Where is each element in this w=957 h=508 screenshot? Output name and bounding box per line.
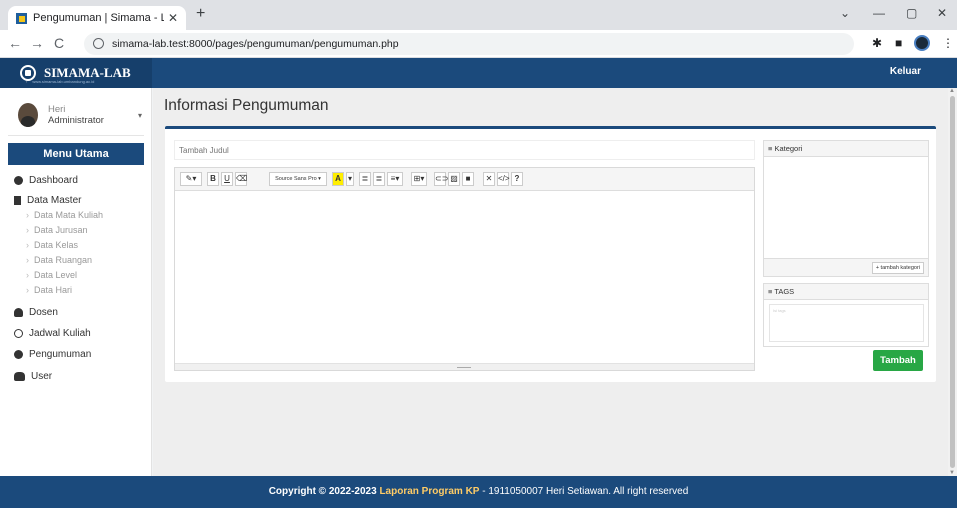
tab-title: Pengumuman | Simama - Lab bbox=[33, 12, 164, 24]
submenu-item-ruangan[interactable]: Data Ruangan bbox=[26, 255, 92, 265]
underline-button[interactable]: U bbox=[221, 172, 233, 186]
sidebar-item-label: Data Master bbox=[27, 195, 82, 206]
editor-content-area[interactable] bbox=[175, 191, 754, 363]
video-icon[interactable]: ■ bbox=[462, 172, 474, 186]
search-icon bbox=[14, 329, 23, 338]
favicon-icon bbox=[16, 12, 27, 24]
sidebar-item-pengumuman[interactable]: Pengumuman bbox=[14, 349, 91, 360]
link-icon[interactable]: ⊂⊃ bbox=[434, 172, 448, 186]
scroll-up-icon[interactable]: ▲ bbox=[949, 88, 955, 94]
url-text: simama-lab.test:8000/pages/pengumuman/pe… bbox=[112, 38, 399, 50]
menu-icon[interactable]: ⋮ bbox=[942, 36, 954, 50]
bold-button[interactable]: B bbox=[207, 172, 219, 186]
submenu-item-mata-kuliah[interactable]: Data Mata Kuliah bbox=[26, 210, 103, 220]
font-family-select[interactable]: Source Sans Pro ▾ bbox=[269, 172, 327, 186]
category-heading: ≡ Kategori bbox=[764, 141, 928, 157]
rich-text-editor: ✎▾ B U ⌫ Source Sans Pro ▾ A ▾ ≣ ≣ ≡▾ ⊞▾… bbox=[174, 167, 755, 371]
forward-icon[interactable]: → bbox=[30, 35, 44, 51]
style-brush-icon[interactable]: ✎▾ bbox=[180, 172, 202, 186]
restore-icon[interactable]: ▢ bbox=[906, 6, 917, 20]
close-tab-icon[interactable]: ✕ bbox=[168, 11, 178, 25]
sidebar-item-label: Dashboard bbox=[29, 175, 78, 186]
editor-toolbar: ✎▾ B U ⌫ Source Sans Pro ▾ A ▾ ≣ ≣ ≡▾ ⊞▾… bbox=[175, 168, 754, 191]
minimize-icon[interactable]: — bbox=[873, 6, 885, 20]
submenu-item-level[interactable]: Data Level bbox=[26, 270, 77, 280]
text-color-icon[interactable]: A bbox=[332, 172, 344, 186]
editor-resize-handle[interactable] bbox=[175, 363, 754, 370]
footer-project: Laporan Program KP bbox=[379, 486, 480, 497]
logout-link[interactable]: Keluar bbox=[890, 66, 921, 77]
submit-button[interactable]: Tambah bbox=[873, 350, 923, 371]
sidebar-item-label: Dosen bbox=[29, 307, 58, 318]
extensions-icon[interactable]: ✱ bbox=[872, 36, 882, 50]
table-icon[interactable]: ⊞▾ bbox=[411, 172, 427, 186]
site-info-icon[interactable] bbox=[93, 38, 104, 49]
eraser-icon[interactable]: ⌫ bbox=[235, 172, 247, 186]
user-role: Administrator bbox=[48, 115, 104, 126]
submenu-item-jurusan[interactable]: Data Jurusan bbox=[26, 225, 88, 235]
brand-name: SIMAMA-LAB bbox=[44, 65, 131, 80]
font-select-label: Source Sans Pro bbox=[275, 176, 317, 182]
avatar bbox=[18, 103, 38, 127]
sidebar-item-data-master[interactable]: Data Master bbox=[14, 195, 81, 206]
user-name: Heri bbox=[48, 104, 66, 115]
browser-tab-bar: Pengumuman | Simama - Lab ✕ + ⌄ — ▢ ✕ bbox=[0, 0, 957, 30]
scrollbar-thumb[interactable] bbox=[950, 96, 955, 468]
reload-icon[interactable]: C bbox=[54, 35, 64, 51]
sidebar-item-label: Pengumuman bbox=[29, 349, 92, 360]
brand-subtitle: www.simama-lab.umbandung.ac.id bbox=[26, 79, 94, 84]
page-footer: Copyright © 2022-2023 Laporan Program KP… bbox=[0, 476, 957, 508]
sidebar-item-label: User bbox=[31, 371, 53, 382]
back-icon[interactable]: ← bbox=[8, 35, 22, 51]
footer-author: - 1911050007 Heri Setiawan. All right re… bbox=[479, 486, 689, 497]
side-panel-icon[interactable]: ■ bbox=[895, 36, 902, 50]
info-icon bbox=[14, 350, 23, 359]
sidebar-item-dashboard[interactable]: Dashboard bbox=[14, 175, 78, 186]
user-plus-icon bbox=[14, 308, 23, 317]
paragraph-align-icon[interactable]: ≡▾ bbox=[387, 172, 403, 186]
chevron-down-icon[interactable]: ▾ bbox=[138, 111, 142, 120]
unordered-list-icon[interactable]: ≣ bbox=[359, 172, 371, 186]
sidebar-item-jadwal-kuliah[interactable]: Jadwal Kuliah bbox=[14, 328, 91, 339]
sidebar-item-dosen[interactable]: Dosen bbox=[14, 307, 58, 318]
new-tab-icon[interactable]: + bbox=[196, 5, 205, 23]
tags-panel: ≡ TAGS Isi tags bbox=[763, 283, 929, 347]
tab-search-icon[interactable]: ⌄ bbox=[840, 6, 850, 20]
dashboard-icon bbox=[14, 176, 23, 185]
title-input[interactable] bbox=[174, 140, 755, 160]
sidebar-item-label: Jadwal Kuliah bbox=[29, 328, 91, 339]
help-icon[interactable]: ? bbox=[511, 172, 523, 186]
footer-copyright: Copyright © 2022-2023 bbox=[268, 486, 380, 497]
profile-avatar-icon[interactable] bbox=[914, 35, 930, 51]
page-title: Informasi Pengumuman bbox=[164, 97, 329, 114]
bookmark-icon bbox=[14, 196, 21, 205]
sidebar: Heri Administrator ▾ Menu Utama Dashboar… bbox=[0, 88, 152, 476]
category-panel: ≡ Kategori + tambah kategori bbox=[763, 140, 929, 277]
page-scrollbar[interactable]: ▲ ▼ bbox=[948, 88, 957, 476]
tags-heading: ≡ TAGS bbox=[764, 284, 928, 300]
color-dropdown-icon[interactable]: ▾ bbox=[346, 172, 354, 186]
submenu-item-kelas[interactable]: Data Kelas bbox=[26, 240, 78, 250]
sidebar-item-user[interactable]: User bbox=[14, 371, 52, 382]
ordered-list-icon[interactable]: ≣ bbox=[373, 172, 385, 186]
brand-logo[interactable]: SIMAMA-LAB www.simama-lab.umbandung.ac.i… bbox=[0, 58, 152, 88]
submenu-item-hari[interactable]: Data Hari bbox=[26, 285, 72, 295]
category-footer: + tambah kategori bbox=[764, 258, 928, 276]
close-window-icon[interactable]: ✕ bbox=[937, 6, 947, 20]
add-category-button[interactable]: + tambah kategori bbox=[871, 262, 924, 274]
browser-tab[interactable]: Pengumuman | Simama - Lab ✕ bbox=[8, 6, 186, 30]
tags-input[interactable]: Isi tags bbox=[769, 304, 924, 342]
fullscreen-icon[interactable]: ✕ bbox=[483, 172, 495, 186]
users-icon bbox=[14, 372, 25, 381]
code-view-icon[interactable]: </> bbox=[497, 172, 510, 186]
menu-heading: Menu Utama bbox=[8, 143, 144, 165]
address-bar: ← → C simama-lab.test:8000/pages/pengumu… bbox=[0, 30, 957, 58]
user-panel[interactable]: Heri Administrator ▾ bbox=[8, 96, 144, 136]
image-icon[interactable]: ▨ bbox=[448, 172, 460, 186]
url-field[interactable]: simama-lab.test:8000/pages/pengumuman/pe… bbox=[84, 33, 854, 55]
